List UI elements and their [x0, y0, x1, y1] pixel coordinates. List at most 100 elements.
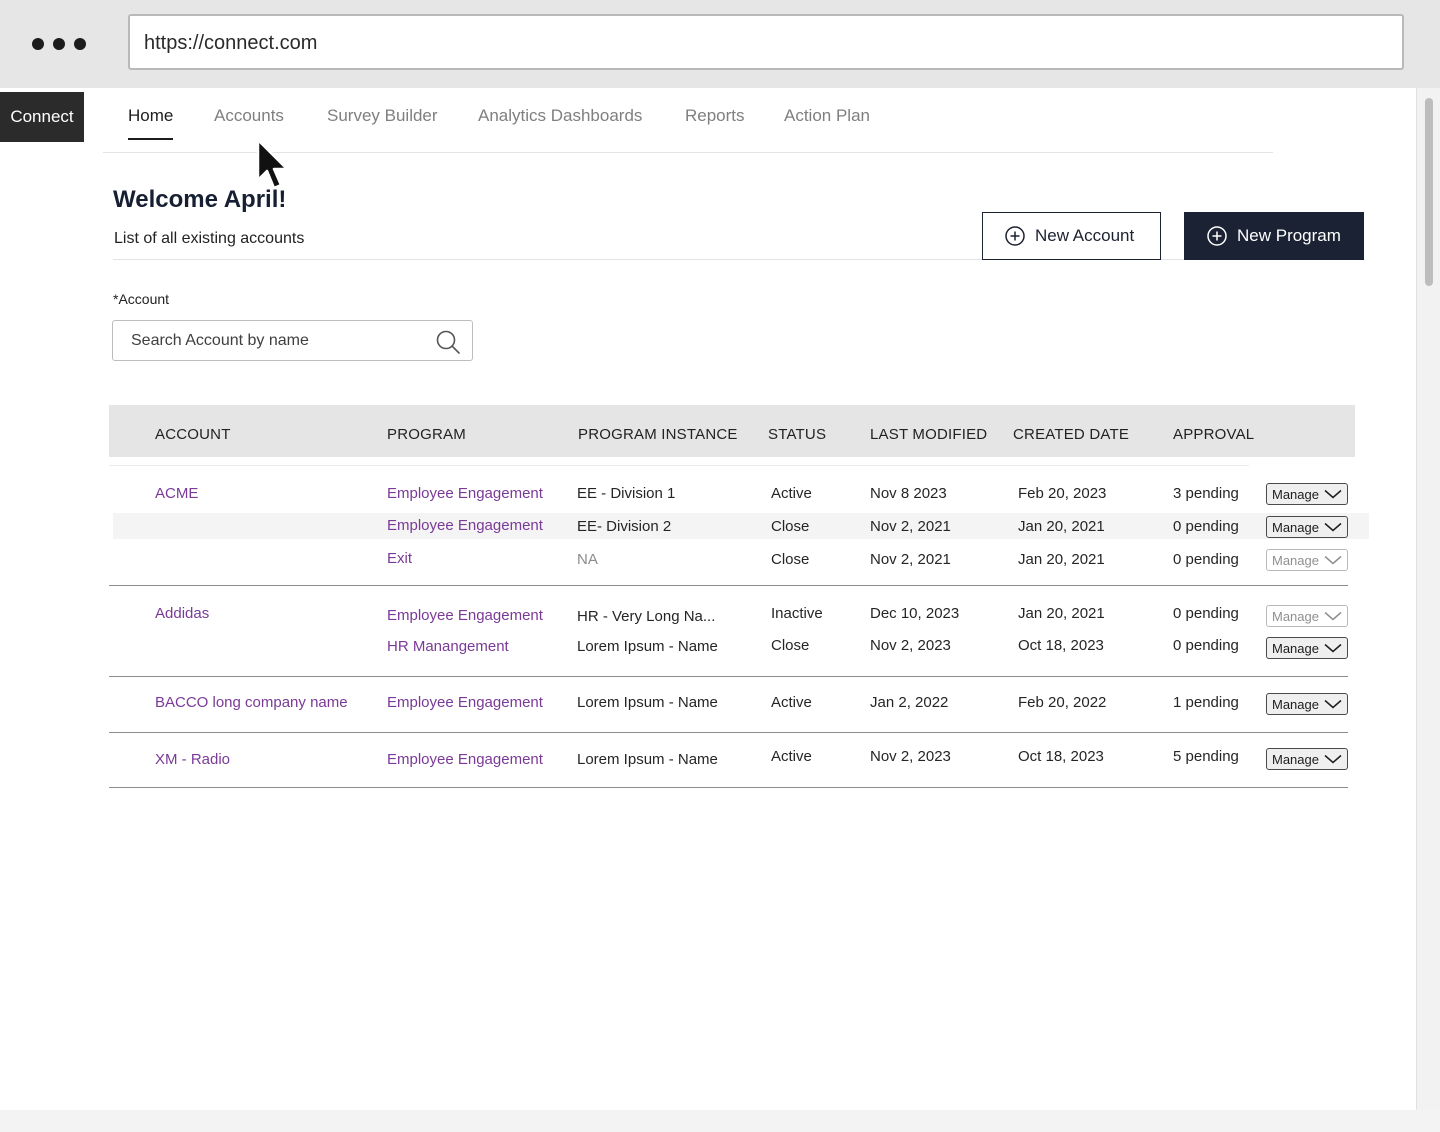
- program-link[interactable]: HR Manangement: [387, 638, 509, 655]
- program-instance: EE - Division 1: [577, 485, 676, 502]
- program-link[interactable]: Employee Engagement: [387, 517, 543, 534]
- status-text: Close: [771, 518, 810, 535]
- status-text: Close: [771, 551, 810, 568]
- manage-label: Manage: [1272, 608, 1319, 624]
- new-account-button[interactable]: New Account: [982, 212, 1161, 260]
- status-text: Close: [771, 637, 810, 654]
- account-field-label: *Account: [113, 291, 170, 307]
- status-text: Inactive: [771, 605, 823, 622]
- program-link[interactable]: Employee Engagement: [387, 607, 543, 624]
- account-search-box: [112, 320, 473, 361]
- tab-reports[interactable]: Reports: [685, 106, 745, 138]
- tab-accounts[interactable]: Accounts: [214, 106, 284, 138]
- program-instance: NA: [577, 551, 598, 568]
- search-input[interactable]: [131, 321, 421, 360]
- account-link[interactable]: XM - Radio: [155, 751, 230, 768]
- plus-circle-icon: [1005, 226, 1025, 246]
- app-logo-text: Connect: [10, 107, 74, 126]
- created-date: Jan 20, 2021: [1018, 605, 1105, 622]
- column-header-program-instance[interactable]: PROGRAM INSTANCE: [578, 426, 738, 443]
- manage-dropdown[interactable]: Manage: [1266, 516, 1348, 538]
- last-modified: Nov 2, 2021: [870, 518, 951, 535]
- scrollbar-thumb[interactable]: [1425, 98, 1433, 286]
- program-instance: Lorem Ipsum - Name: [577, 638, 718, 655]
- tab-analytics-dashboards[interactable]: Analytics Dashboards: [478, 106, 642, 138]
- manage-dropdown-disabled[interactable]: Manage: [1266, 605, 1348, 627]
- tab-action-plan[interactable]: Action Plan: [784, 106, 870, 138]
- last-modified: Dec 10, 2023: [870, 605, 960, 622]
- manage-label: Manage: [1272, 696, 1319, 712]
- table-bottom-divider: [109, 787, 1348, 788]
- approval-count: 0 pending: [1173, 551, 1239, 568]
- group-divider: [109, 676, 1348, 677]
- program-instance: EE- Division 2: [577, 518, 672, 535]
- search-icon[interactable]: [435, 329, 461, 355]
- chevron-down-icon: [1324, 643, 1342, 653]
- tab-home[interactable]: Home: [128, 106, 174, 140]
- approval-count: 3 pending: [1173, 485, 1239, 502]
- url-text: https://connect.com: [144, 32, 318, 54]
- chevron-down-icon: [1324, 611, 1342, 621]
- created-date: Jan 20, 2021: [1018, 518, 1105, 535]
- program-instance: HR - Very Long Na...: [577, 608, 716, 625]
- manage-dropdown[interactable]: Manage: [1266, 693, 1348, 715]
- column-header-approval[interactable]: APPROVAL: [1173, 426, 1254, 443]
- dot: [32, 38, 44, 50]
- tab-survey-builder[interactable]: Survey Builder: [327, 106, 438, 138]
- manage-label: Manage: [1272, 640, 1319, 656]
- program-link[interactable]: Employee Engagement: [387, 485, 543, 502]
- header-underline: [109, 465, 1249, 466]
- column-header-program[interactable]: PROGRAM: [387, 426, 466, 443]
- more-dots-icon[interactable]: [32, 38, 86, 50]
- status-text: Active: [771, 485, 812, 502]
- last-modified: Jan 2, 2022: [870, 694, 949, 711]
- plus-circle-icon: [1207, 226, 1227, 246]
- account-link[interactable]: ACME: [155, 485, 198, 502]
- column-header-account[interactable]: ACCOUNT: [155, 426, 231, 443]
- page-subtitle: List of all existing accounts: [114, 230, 305, 247]
- created-date: Jan 20, 2021: [1018, 551, 1105, 568]
- browser-toolbar: https://connect.com: [0, 0, 1440, 88]
- manage-dropdown[interactable]: Manage: [1266, 748, 1348, 770]
- created-date: Oct 18, 2023: [1018, 637, 1104, 654]
- table-header: ACCOUNT PROGRAM PROGRAM INSTANCE STATUS …: [109, 405, 1355, 457]
- manage-label: Manage: [1272, 552, 1319, 568]
- chevron-down-icon: [1324, 699, 1342, 709]
- chevron-down-icon: [1324, 489, 1342, 499]
- manage-dropdown[interactable]: Manage: [1266, 483, 1348, 505]
- manage-label: Manage: [1272, 751, 1319, 767]
- approval-count: 1 pending: [1173, 694, 1239, 711]
- dot: [53, 38, 65, 50]
- column-header-status[interactable]: STATUS: [768, 426, 826, 443]
- last-modified: Nov 2, 2021: [870, 551, 951, 568]
- program-link[interactable]: Employee Engagement: [387, 751, 543, 768]
- account-link[interactable]: BACCO long company name: [155, 694, 348, 711]
- header-divider: [113, 259, 1365, 260]
- group-divider: [109, 585, 1348, 586]
- program-link[interactable]: Exit: [387, 550, 412, 567]
- group-divider: [109, 732, 1348, 733]
- created-date: Feb 20, 2023: [1018, 485, 1107, 502]
- vertical-scrollbar[interactable]: [1416, 88, 1440, 1110]
- mouse-cursor-icon: [256, 138, 289, 190]
- chevron-down-icon: [1324, 555, 1342, 565]
- manage-dropdown-disabled[interactable]: Manage: [1266, 549, 1348, 571]
- last-modified: Nov 2, 2023: [870, 748, 951, 765]
- address-bar[interactable]: https://connect.com: [128, 14, 1404, 70]
- column-header-last-modified[interactable]: LAST MODIFIED: [870, 426, 987, 443]
- program-link[interactable]: Employee Engagement: [387, 694, 543, 711]
- chevron-down-icon: [1324, 522, 1342, 532]
- approval-count: 0 pending: [1173, 605, 1239, 622]
- status-text: Active: [771, 694, 812, 711]
- app-logo[interactable]: Connect: [0, 92, 84, 142]
- manage-dropdown[interactable]: Manage: [1266, 637, 1348, 659]
- new-program-button[interactable]: New Program: [1184, 212, 1364, 260]
- dot: [74, 38, 86, 50]
- account-link[interactable]: Addidas: [155, 605, 209, 622]
- last-modified: Nov 2, 2023: [870, 637, 951, 654]
- column-header-created-date[interactable]: CREATED DATE: [1013, 426, 1129, 443]
- status-text: Active: [771, 748, 812, 765]
- last-modified: Nov 8 2023: [870, 485, 947, 502]
- created-date: Oct 18, 2023: [1018, 748, 1104, 765]
- manage-label: Manage: [1272, 486, 1319, 502]
